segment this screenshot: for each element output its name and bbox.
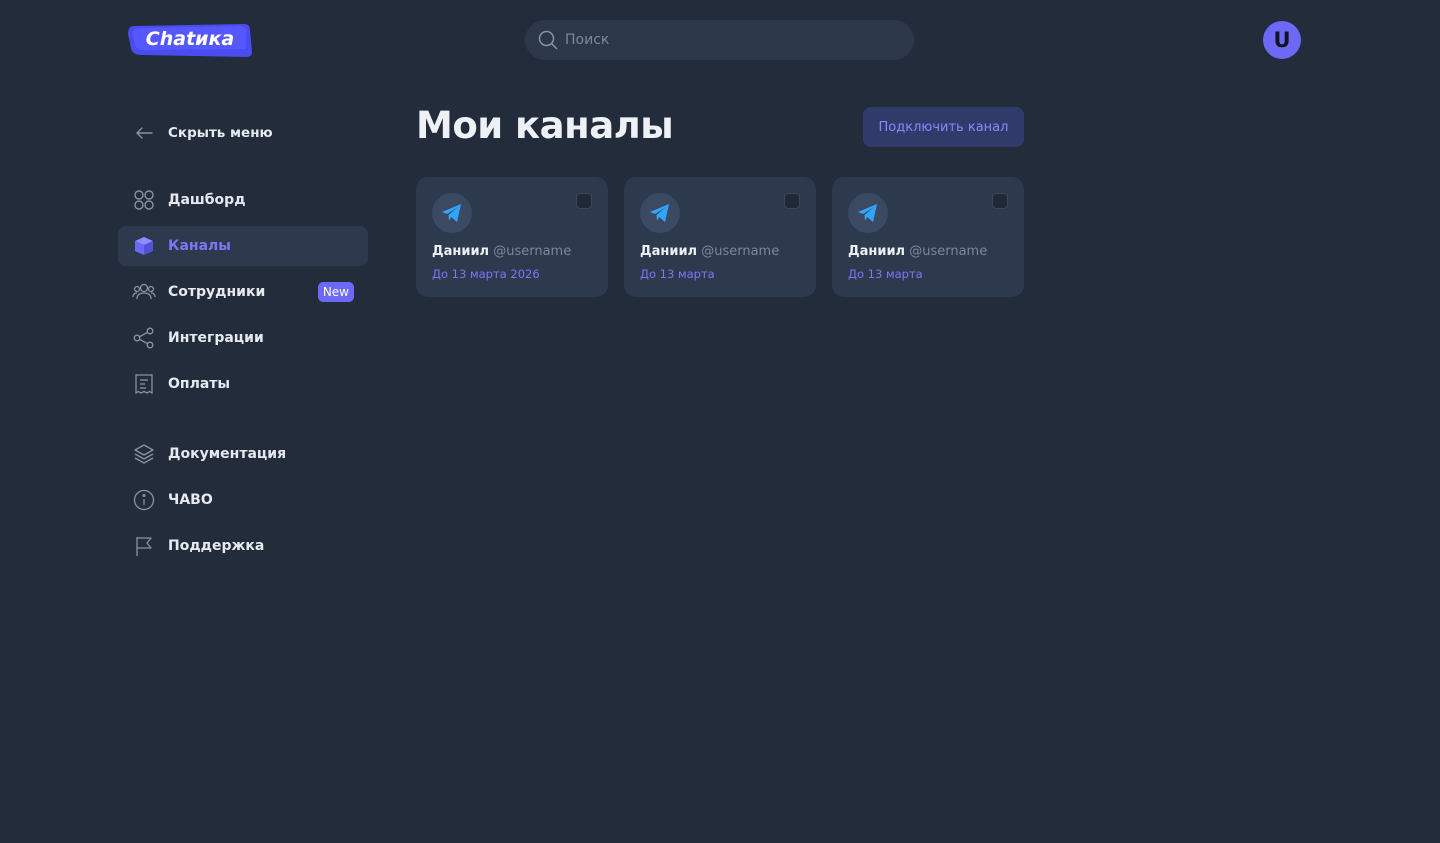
telegram-icon	[848, 193, 888, 233]
sidebar-item-dashboard[interactable]: Дашборд	[118, 180, 368, 220]
info-icon	[132, 488, 156, 512]
telegram-icon	[432, 193, 472, 233]
page-title: Мои каналы	[416, 104, 674, 147]
sidebar-item-label: Документация	[168, 446, 287, 462]
channel-card[interactable]: Даниил @username До 13 марта	[832, 177, 1024, 297]
channel-title: Даниил @username	[640, 244, 779, 259]
channel-checkbox[interactable]	[992, 193, 1008, 209]
sidebar-item-label: Сотрудники	[168, 284, 266, 300]
channel-expiry: До 13 марта	[848, 267, 923, 281]
logo-text: Chatика	[146, 28, 234, 50]
sidebar-item-label: Каналы	[168, 238, 231, 254]
sidebar-item-label: Дашборд	[168, 192, 246, 208]
sidebar-item-label: Оплаты	[168, 376, 231, 392]
layers-icon	[132, 442, 156, 466]
search-input[interactable]	[565, 32, 885, 48]
channel-checkbox[interactable]	[784, 193, 800, 209]
sidebar-item-faq[interactable]: ЧАВО	[118, 480, 368, 520]
search-icon	[537, 29, 559, 51]
channel-name: Даниил	[848, 244, 906, 259]
channel-card[interactable]: Даниил @username До 13 марта 2026	[416, 177, 608, 297]
employees-icon	[132, 280, 156, 304]
sidebar-item-label: Интеграции	[168, 330, 264, 346]
sidebar-item-label: Поддержка	[168, 538, 265, 554]
logo[interactable]: Chatика	[128, 22, 252, 58]
channel-expiry: До 13 марта	[640, 267, 715, 281]
sidebar-item-docs[interactable]: Документация	[118, 434, 368, 474]
channel-expiry: До 13 марта 2026	[432, 267, 540, 281]
channel-card[interactable]: Даниил @username До 13 марта	[624, 177, 816, 297]
channel-title: Даниил @username	[848, 244, 987, 259]
avatar[interactable]: U	[1263, 21, 1301, 59]
flag-icon	[132, 534, 156, 558]
channel-checkbox[interactable]	[576, 193, 592, 209]
dashboard-icon	[132, 188, 156, 212]
logo-mark: Chatика	[128, 24, 252, 57]
sidebar-item-integrations[interactable]: Интеграции	[118, 318, 368, 358]
sidebar-item-payments[interactable]: Оплаты	[118, 364, 368, 404]
channel-name: Даниил	[432, 244, 490, 259]
share-icon	[132, 326, 156, 350]
hide-menu-label: Скрыть меню	[168, 125, 273, 141]
arrow-left-icon	[132, 121, 156, 145]
channel-name: Даниил	[640, 244, 698, 259]
channel-username: @username	[493, 244, 572, 259]
sidebar-item-employees[interactable]: Сотрудники New	[118, 272, 368, 312]
hide-menu-button[interactable]: Скрыть меню	[118, 113, 368, 153]
sidebar-item-channels[interactable]: Каналы	[118, 226, 368, 266]
sidebar-item-support[interactable]: Поддержка	[118, 526, 368, 566]
connect-channel-button[interactable]: Подключить канал	[863, 107, 1024, 147]
search-bar[interactable]	[525, 20, 914, 60]
app-root: Chatика U Скрыть меню Дашборд	[0, 0, 1440, 843]
channel-list: Даниил @username До 13 марта 2026 Даниил…	[416, 177, 1024, 297]
channel-title: Даниил @username	[432, 244, 571, 259]
channels-icon	[132, 234, 156, 258]
telegram-icon	[640, 193, 680, 233]
new-badge: New	[317, 282, 354, 302]
channel-username: @username	[909, 244, 988, 259]
sidebar: Скрыть меню Дашборд Каналы Сотрудники Ne…	[118, 110, 368, 566]
channel-username: @username	[701, 244, 780, 259]
sidebar-item-label: ЧАВО	[168, 492, 213, 508]
receipt-icon	[132, 372, 156, 396]
